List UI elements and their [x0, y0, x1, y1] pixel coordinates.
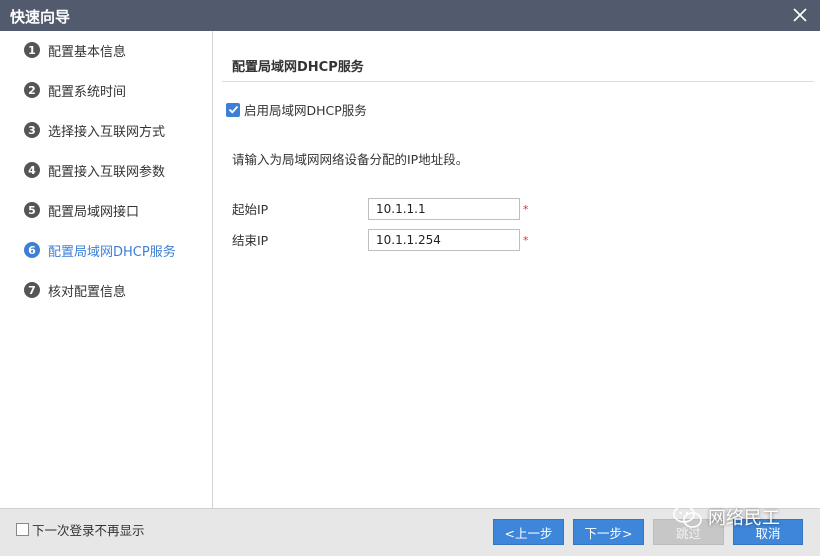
- step-number-badge: 7: [24, 282, 40, 298]
- checkbox-box[interactable]: [16, 523, 29, 536]
- wizard-steps-sidebar: 1 配置基本信息 2 配置系统时间 3 选择接入互联网方式 4 配置接入互联网参…: [0, 31, 213, 508]
- skip-button: 跳过: [653, 519, 724, 545]
- step-number-badge: 6: [24, 242, 40, 258]
- enable-dhcp-label: 启用局域网DHCP服务: [244, 103, 367, 118]
- next-step-button[interactable]: 下一步>: [573, 519, 644, 545]
- step-label: 配置局域网接口: [48, 204, 140, 220]
- close-icon[interactable]: [792, 7, 808, 23]
- step-label: 核对配置信息: [48, 284, 127, 300]
- required-mark: *: [523, 203, 529, 216]
- step-number-badge: 5: [24, 202, 40, 218]
- required-mark: *: [523, 234, 529, 247]
- step-label: 配置接入互联网参数: [48, 164, 166, 180]
- step-review-config[interactable]: 7 核对配置信息: [24, 280, 126, 300]
- step-label: 配置局域网DHCP服务: [48, 244, 176, 260]
- window-title: 快速向导: [10, 8, 71, 26]
- end-ip-input[interactable]: [368, 229, 520, 251]
- prev-step-button[interactable]: <上一步: [493, 519, 564, 545]
- step-label: 选择接入互联网方式: [48, 124, 166, 140]
- start-ip-input[interactable]: [368, 198, 520, 220]
- start-ip-label: 起始IP: [232, 202, 269, 217]
- cancel-button[interactable]: 取消: [733, 519, 803, 545]
- step-number-badge: 4: [24, 162, 40, 178]
- enable-dhcp-checkbox[interactable]: 启用局域网DHCP服务: [226, 100, 367, 119]
- step-basic-info[interactable]: 1 配置基本信息: [24, 40, 126, 60]
- section-title: 配置局域网DHCP服务: [232, 60, 364, 75]
- step-label: 配置系统时间: [48, 84, 127, 100]
- step-system-time[interactable]: 2 配置系统时间: [24, 80, 126, 100]
- step-lan-interface[interactable]: 5 配置局域网接口: [24, 200, 139, 220]
- end-ip-label: 结束IP: [232, 233, 269, 248]
- check-icon[interactable]: [226, 102, 240, 117]
- main-panel: 配置局域网DHCP服务 启用局域网DHCP服务 请输入为局域网网络设备分配的IP…: [214, 31, 820, 508]
- instruction-text: 请输入为局域网网络设备分配的IP地址段。: [232, 152, 469, 167]
- step-lan-dhcp[interactable]: 6 配置局域网DHCP服务: [24, 240, 176, 260]
- footer-bar: 下一次登录不再显示 <上一步 下一步> 跳过 取消: [0, 508, 820, 556]
- step-internet-access-method[interactable]: 3 选择接入互联网方式: [24, 120, 165, 140]
- dont-show-again-label: 下一次登录不再显示: [32, 523, 145, 538]
- dont-show-again-checkbox[interactable]: 下一次登录不再显示: [16, 520, 145, 539]
- step-internet-params[interactable]: 4 配置接入互联网参数: [24, 160, 165, 180]
- section-divider: [222, 81, 814, 82]
- title-bar: 快速向导: [0, 0, 820, 31]
- step-number-badge: 1: [24, 42, 40, 58]
- step-number-badge: 2: [24, 82, 40, 98]
- step-number-badge: 3: [24, 122, 40, 138]
- step-label: 配置基本信息: [48, 44, 127, 60]
